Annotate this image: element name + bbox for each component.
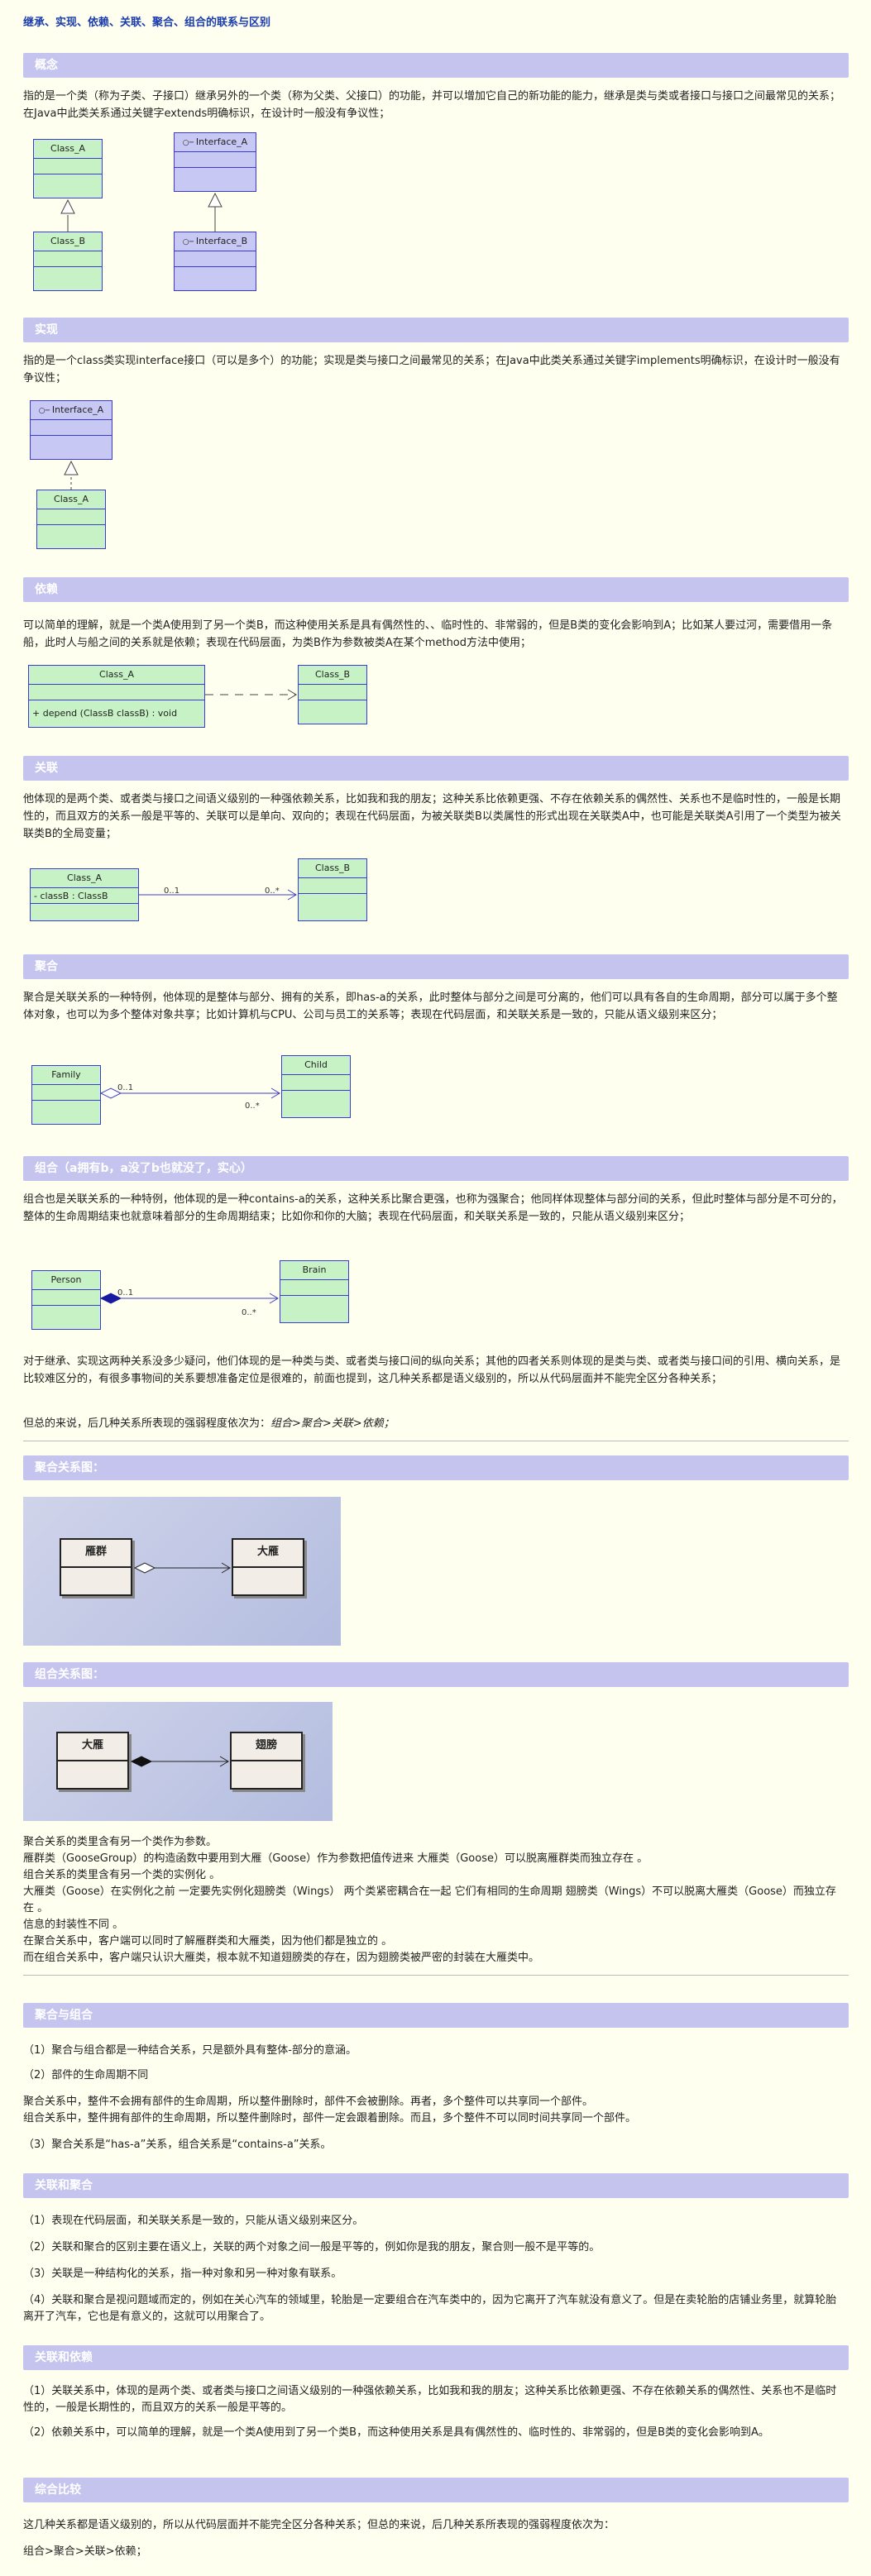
section-heading-inherit: 概念 bbox=[23, 53, 849, 78]
multiplicity-left: 0..1 bbox=[117, 1288, 134, 1298]
list-item: 组合关系中，整件拥有部件的生命周期，所以整件删除时，部件一定会跟着删除。而且，多… bbox=[23, 2112, 637, 2124]
list-item: （2）部件的生命周期不同 bbox=[23, 2069, 149, 2081]
list-item: （2）依赖关系中，可以简单的理解，就是一个类A使用到了另一个类B，而这种使用关系… bbox=[23, 2426, 769, 2439]
section-heading-aggr-diagram: 聚合关系图： bbox=[23, 1455, 849, 1480]
explain-line: 信息的封装性不同 。 bbox=[23, 1919, 124, 1931]
list-item: （2）关联和聚合的区别主要在语义上，关联的两个对象之间一般是平等的，例如你是我的… bbox=[23, 2241, 601, 2253]
list-item: （3）关联是一种结构化的关系，指一种对象和另一种对象有联系。 bbox=[23, 2268, 342, 2280]
multiplicity-right: 0..* bbox=[242, 1308, 256, 1317]
section-heading-aggr-vs-comp: 聚合与组合 bbox=[23, 2003, 849, 2028]
aggr-diagram: Family Child 0..1 0..* bbox=[25, 1052, 380, 1135]
composition-link bbox=[130, 1756, 229, 1767]
summary-text: 对于继承、实现这两种关系没多少疑问，他们体现的是一种类与类、或者类与接口间的纵向… bbox=[23, 1355, 841, 1385]
list-item: 聚合关系中，整件不会拥有部件的生命周期，所以整件删除时，部件不会被删除。再者，多… bbox=[23, 2096, 594, 2108]
section-heading-assoc: 关联 bbox=[23, 756, 849, 781]
list-item: （3）聚合关系是“has-a”关系，组合关系是“contains-a”关系。 bbox=[23, 2139, 332, 2151]
assoc-diagram: Class_A - classB : ClassB Class_B 0..1 0… bbox=[25, 855, 380, 938]
explain-line: 在聚合关系中，客户端可以同时了解雁群类和大雁类，因为他们都是独立的 。 bbox=[23, 1935, 393, 1948]
comp-diagram: Person Brain 0..1 0..* bbox=[25, 1259, 380, 1341]
impl-text: 指的是一个class类实现interface接口（可以是多个）的功能；实现是类与… bbox=[23, 355, 840, 385]
aggr-relationship-image: 雁群 大雁 bbox=[23, 1497, 341, 1646]
section-heading-depend: 依赖 bbox=[23, 577, 849, 602]
list-item: （4）关联和聚合是视问题域而定的，例如在关心汽车的领域里，轮胎是一定要组合在汽车… bbox=[23, 2294, 837, 2323]
overall-order: 组合>聚合>关联>依赖； bbox=[23, 2545, 147, 2558]
dependency-arrow bbox=[205, 689, 297, 700]
multiplicity-left: 0..1 bbox=[117, 1083, 134, 1092]
multiplicity-right: 0..* bbox=[245, 1102, 260, 1111]
section-heading-overall: 综合比较 bbox=[23, 2478, 849, 2502]
explain-line: 大雁类（Goose）在实例化之前 一定要先实例化翅膀类（Wings） 两个类紧密… bbox=[23, 1885, 836, 1914]
summary-order: 但总的来说，后几种关系所表现的强弱程度依次为：组合>聚合>关联>依赖； bbox=[23, 1417, 395, 1430]
association-line bbox=[139, 889, 297, 901]
section-heading-comp-diagram: 组合关系图： bbox=[23, 1662, 849, 1687]
page-title: 继承、实现、依赖、关联、聚合、组合的联系与区别 bbox=[23, 17, 271, 29]
inherit-arrows bbox=[60, 192, 223, 232]
comp-text: 组合也是关联关系的一种特例，他体现的是一种contains-a的关系，这种关系比… bbox=[23, 1193, 843, 1223]
explain-line: 聚合关系的类里含有另一个类作为参数。 bbox=[23, 1836, 218, 1848]
multiplicity-left: 0..1 bbox=[164, 887, 180, 896]
multiplicity-right: 0..* bbox=[265, 887, 280, 896]
inherit-text: 指的是一个类（称为子类、子接口）继承另外的一个类（称为父类、父接口）的功能，并可… bbox=[23, 90, 841, 120]
section-heading-assoc-vs-aggr: 关联和聚合 bbox=[23, 2173, 849, 2198]
section-heading-impl: 实现 bbox=[23, 318, 849, 342]
aggr-text: 聚合是关联关系的一种特例，他体现的是整体与部分、拥有的关系，即has-a的关系，… bbox=[23, 992, 838, 1021]
depend-diagram: Class_A + depend (ClassB classB) : void … bbox=[25, 662, 380, 736]
comp-relationship-image: 大雁 翅膀 bbox=[23, 1702, 333, 1821]
inherit-diagram: Class_A Class_B ○─ Interface_A ○─ Interf… bbox=[25, 132, 273, 298]
composition-line bbox=[99, 1293, 279, 1304]
divider bbox=[23, 1975, 849, 1976]
section-heading-comp: 组合（a拥有b，a没了b也就没了，实心） bbox=[23, 1156, 849, 1181]
section-heading-assoc-vs-dep: 关联和依赖 bbox=[23, 2345, 849, 2370]
realization-arrow bbox=[64, 460, 79, 490]
depend-text: 可以简单的理解，就是一个类A使用到了另一个类B，而这种使用关系是具有偶然性的、、… bbox=[23, 619, 833, 649]
list-item: （1）聚合与组合都是一种结合关系，只是额外具有整体-部分的意涵。 bbox=[23, 2044, 357, 2057]
overall-text: 这几种关系都是语义级别的，所以从代码层面并不能完全区分各种关系；但总的来说，后几… bbox=[23, 2519, 615, 2531]
explain-line: 雁群类（GooseGroup）的构造函数中要用到大雁（Goose）作为参数把值传… bbox=[23, 1852, 648, 1865]
list-item: （1）关联关系中，体现的是两个类、或者类与接口之间语义级别的一种强依赖关系，比如… bbox=[23, 2385, 837, 2414]
explain-line: 而在组合关系中，客户端只认识大雁类，根本就不知道翅膀类的存在，因为翅膀类被严密的… bbox=[23, 1952, 540, 1964]
list-item: （1）表现在代码层面，和关联关系是一致的，只能从语义级别来区分。 bbox=[23, 2215, 364, 2227]
aggregation-line bbox=[99, 1087, 280, 1099]
summary-order-emphasis: 组合>聚合>关联>依赖； bbox=[270, 1417, 395, 1430]
section-heading-aggr: 聚合 bbox=[23, 954, 849, 979]
impl-diagram: ○─ Interface_A Class_A bbox=[25, 397, 157, 554]
aggregation-link bbox=[133, 1562, 231, 1574]
page: 继承、实现、依赖、关联、聚合、组合的联系与区别 概念 指的是一个类（称为子类、子… bbox=[0, 0, 871, 2576]
explain-line: 组合关系的类里含有另一个类的实例化 。 bbox=[23, 1869, 221, 1881]
assoc-text: 他体现的是两个类、或者类与接口之间语义级别的一种强依赖关系，比如我和我的朋友；这… bbox=[23, 793, 841, 840]
